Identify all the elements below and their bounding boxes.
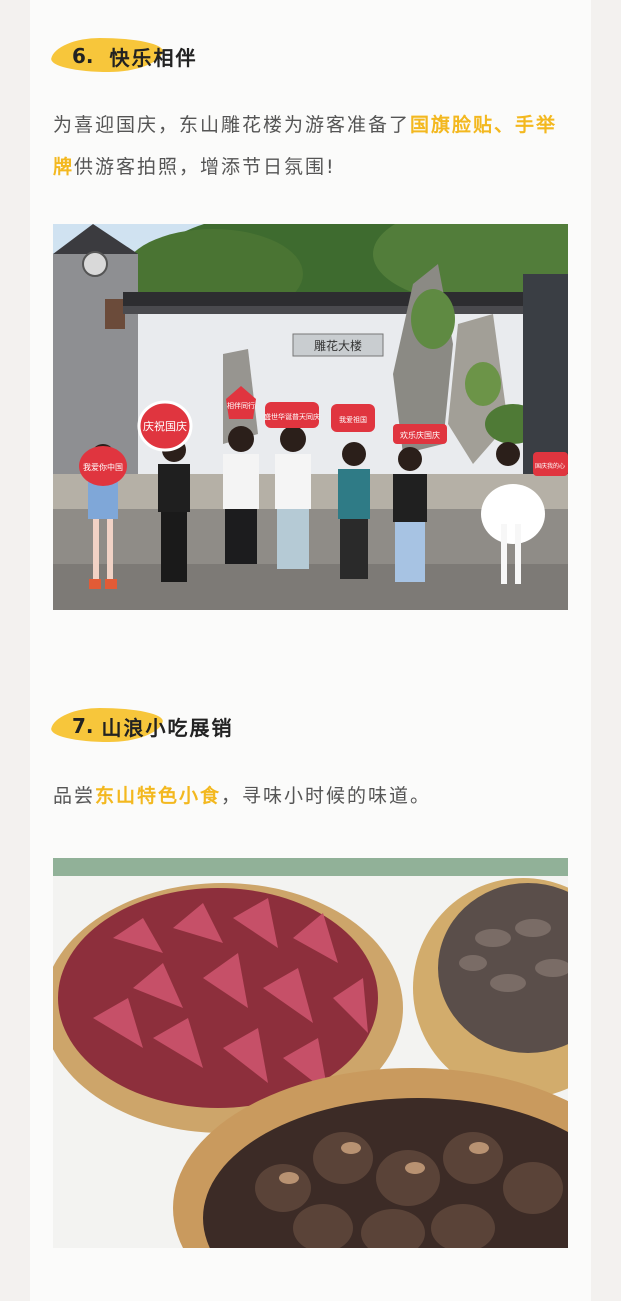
plaque-text: 雕花大楼 — [314, 338, 362, 353]
sign-text: 我爱祖国 — [339, 415, 367, 424]
section-paragraph-7: 品尝东山特色小食，寻味小时候的味道。 — [53, 785, 432, 807]
section-heading-6: 6. 快乐相伴 — [48, 36, 198, 76]
sign-text: 相伴同行 — [227, 401, 255, 410]
section-heading-7: 7. 山浪小吃展销 — [48, 706, 234, 746]
photo-snacks-baskets[interactable] — [53, 858, 568, 1248]
section-paragraph-6: 为喜迎国庆，东山雕花楼为游客准备了国旗脸贴、手举牌供游客拍照，增添节日氛围! — [53, 114, 558, 178]
sign-text: 国庆我的心 — [535, 462, 565, 470]
photo-illustration: 雕花大楼 我爱你中国 庆祝国庆 相伴同行 盛世华诞普天同庆 我爱祖国 欢乐庆国庆… — [53, 224, 568, 610]
sign-text: 欢乐庆国庆 — [400, 430, 440, 440]
sign-text: 盛世华诞普天同庆 — [264, 412, 320, 421]
section-title: 山浪小吃展销 — [101, 715, 234, 740]
highlight-text: 东山特色小食 — [95, 785, 222, 807]
sign-text: 庆祝国庆 — [143, 419, 187, 433]
section-number: 6. — [72, 44, 94, 68]
section-title: 快乐相伴 — [109, 45, 198, 70]
sign-text: 我爱你中国 — [83, 462, 123, 472]
section-number: 7. — [72, 714, 94, 738]
photo-children-with-signs[interactable]: 雕花大楼 我爱你中国 庆祝国庆 相伴同行 盛世华诞普天同庆 我爱祖国 欢乐庆国庆… — [53, 224, 568, 610]
photo-illustration — [53, 858, 568, 1248]
